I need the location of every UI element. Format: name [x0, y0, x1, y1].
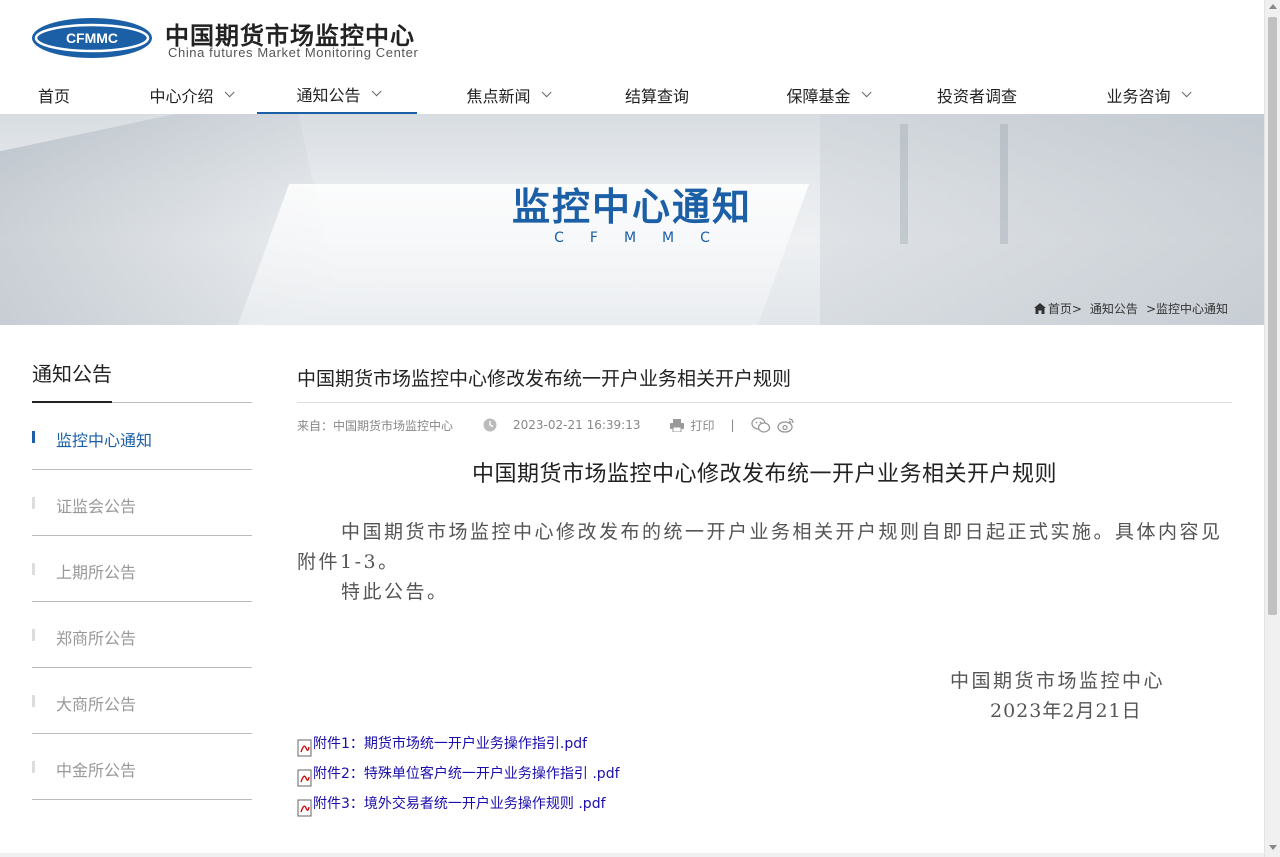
pdf-icon	[297, 769, 312, 787]
attachment-link-3[interactable]: 附件3：境外交易者统一开户业务操作规则 .pdf	[297, 793, 606, 817]
wechat-icon[interactable]	[750, 417, 771, 433]
sidebar-item-czce[interactable]: 郑商所公告	[32, 602, 252, 668]
nav-item-fund[interactable]: 保障基金	[747, 75, 907, 114]
sidebar-item-label: 上期所公告	[56, 563, 137, 582]
svg-text:CFMMC: CFMMC	[66, 30, 118, 46]
nav-label: 业务咨询	[1106, 86, 1171, 106]
scroll-down-arrow-icon[interactable]	[1269, 845, 1277, 850]
sidebar-item-shfe[interactable]: 上期所公告	[32, 536, 252, 602]
nav-item-survey[interactable]: 投资者调查	[897, 75, 1057, 114]
sidebar-item-dce[interactable]: 大商所公告	[32, 668, 252, 734]
home-icon	[1033, 303, 1046, 314]
banner-subtitle: CFMMC	[554, 230, 736, 246]
chevron-down-icon	[861, 87, 872, 98]
nav-label: 投资者调查	[936, 86, 1017, 106]
article-source: 来自：中国期货市场监控中心	[297, 418, 454, 433]
breadcrumb-current[interactable]: >监控中心通知	[1146, 300, 1228, 317]
banner-title: 监控中心通知	[511, 185, 752, 229]
sidebar-item-label: 监控中心通知	[56, 431, 153, 450]
sidebar-item-csrc[interactable]: 证监会公告	[32, 470, 252, 536]
nav-item-settlement[interactable]: 结算查询	[577, 75, 737, 114]
nav-item-about[interactable]: 中心介绍	[110, 75, 270, 114]
sidebar-title: 通知公告	[32, 362, 112, 386]
weibo-icon[interactable]	[776, 417, 795, 433]
divider-accent	[32, 401, 112, 403]
print-button[interactable]: 打印	[690, 417, 714, 434]
breadcrumb-notices[interactable]: 通知公告	[1090, 300, 1138, 317]
attachment-link-1[interactable]: 附件1：期货市场统一开户业务操作指引.pdf	[297, 733, 588, 757]
site-header: CFMMC 中国期货市场监控中心 China futures Market Mo…	[0, 0, 1264, 75]
sidebar-item-label: 大商所公告	[56, 695, 137, 714]
pdf-icon	[297, 739, 312, 757]
attachment-link-2[interactable]: 附件2：特殊单位客户统一开户业务操作指引 .pdf	[297, 763, 620, 787]
vertical-scrollbar[interactable]	[1264, 0, 1280, 857]
article-paragraph: 特此公告。	[341, 581, 449, 603]
item-marker	[32, 761, 35, 773]
article-datetime: 2023-02-21 16:39:13	[513, 418, 641, 432]
item-marker	[32, 695, 35, 707]
sidebar-item-label: 郑商所公告	[56, 629, 137, 648]
chevron-down-icon	[224, 87, 235, 98]
article-title: 中国期货市场监控中心修改发布统一开户业务相关开户规则	[297, 368, 792, 390]
page-banner: 监控中心通知 CFMMC 首页> 通知公告 >监控中心通知	[0, 114, 1264, 325]
item-marker	[32, 497, 35, 509]
signature-date: 2023年2月21日	[990, 700, 1142, 722]
printer-icon[interactable]	[670, 418, 685, 432]
chevron-down-icon	[541, 87, 552, 98]
sidebar-item-cfmmc-notice[interactable]: 监控中心通知	[32, 404, 252, 470]
nav-label: 焦点新闻	[466, 86, 531, 106]
nav-item-news[interactable]: 焦点新闻	[427, 75, 587, 114]
signature-org: 中国期货市场监控中心	[950, 670, 1166, 692]
nav-item-consult[interactable]: 业务咨询	[1067, 75, 1227, 114]
nav-label: 首页	[37, 86, 70, 106]
clock-icon	[483, 418, 497, 432]
cfmmc-logo[interactable]: CFMMC	[31, 16, 153, 60]
attachment-label: 附件3：境外交易者统一开户业务操作规则 .pdf	[313, 796, 606, 812]
chevron-down-icon	[1181, 87, 1192, 98]
nav-item-home[interactable]: 首页	[24, 75, 84, 114]
sidebar-item-cffex[interactable]: 中金所公告	[32, 734, 252, 800]
breadcrumb-home[interactable]: 首页>	[1048, 300, 1082, 317]
article-heading: 中国期货市场监控中心修改发布统一开户业务相关开户规则	[471, 462, 1057, 487]
scroll-thumb[interactable]	[1268, 17, 1277, 615]
article-paragraph: 中国期货市场监控中心修改发布的统一开户业务相关开户规则自即日起正式实施。具体内容…	[297, 521, 1223, 573]
sidebar-item-label: 中金所公告	[56, 761, 137, 780]
divider	[297, 402, 1232, 403]
nav-label: 通知公告	[296, 85, 361, 105]
item-marker	[32, 563, 35, 575]
main-nav: 首页 中心介绍 通知公告 焦点新闻 结算查询 保障基金 投资者调查 业务咨询	[0, 75, 1264, 114]
nav-label: 中心介绍	[149, 86, 214, 106]
footer-edge	[0, 853, 1264, 857]
item-marker	[32, 629, 35, 641]
pdf-icon	[297, 799, 312, 817]
nav-label: 保障基金	[786, 86, 851, 106]
nav-label: 结算查询	[624, 86, 689, 106]
attachment-label: 附件1：期货市场统一开户业务操作指引.pdf	[313, 736, 588, 752]
active-indicator	[32, 431, 35, 443]
chevron-down-icon	[371, 86, 382, 97]
nav-item-notices[interactable]: 通知公告	[257, 75, 417, 114]
scroll-up-arrow-icon[interactable]	[1269, 4, 1277, 9]
site-subtitle: China futures Market Monitoring Center	[168, 45, 419, 60]
meta-separator: |	[730, 418, 735, 432]
attachment-label: 附件2：特殊单位客户统一开户业务操作指引 .pdf	[313, 766, 620, 782]
article-meta: 来自：中国期货市场监控中心 2023-02-21 16:39:13 打印 |	[297, 416, 801, 434]
sidebar-item-label: 证监会公告	[56, 497, 137, 516]
breadcrumb: 首页> 通知公告 >监控中心通知	[1033, 300, 1232, 317]
